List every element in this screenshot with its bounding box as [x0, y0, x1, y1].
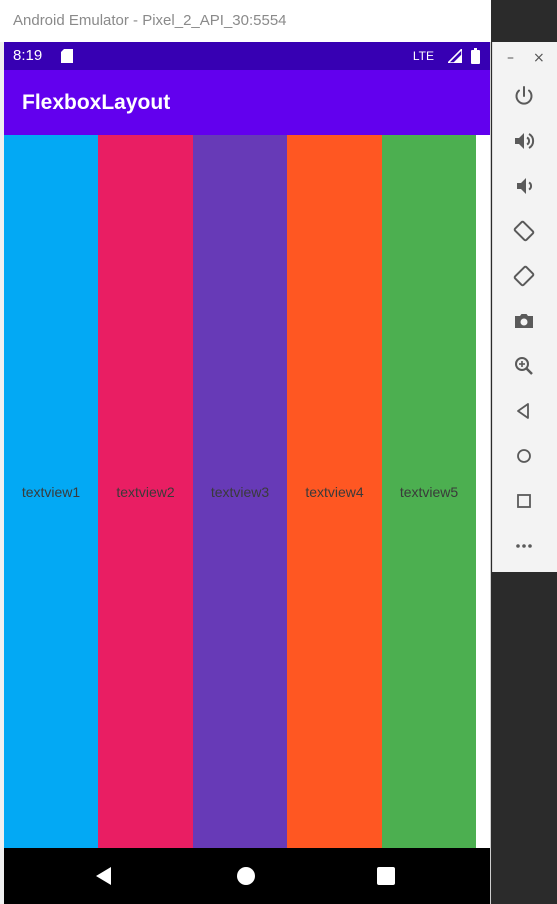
textview-4-label: textview4 [305, 483, 364, 500]
more-icon[interactable] [512, 534, 536, 558]
volume-down-icon[interactable] [512, 174, 536, 198]
minimize-button[interactable]: – [507, 50, 514, 66]
back-icon[interactable] [512, 399, 536, 423]
emulator-toolbar: – × [492, 42, 557, 572]
nav-back-icon[interactable] [93, 865, 115, 887]
textview-1: textview1 [4, 135, 98, 848]
nav-home-icon[interactable] [235, 865, 257, 887]
app-bar: FlexboxLayout [4, 70, 490, 135]
zoom-icon[interactable] [512, 354, 536, 378]
phone-screen: 8:19 LTE FlexboxLayout textview1 textvie… [4, 42, 490, 904]
textview-3: textview3 [193, 135, 287, 848]
camera-icon[interactable] [512, 309, 536, 333]
emulator-window: Android Emulator - Pixel_2_API_30:5554 8… [0, 0, 491, 904]
textview-4: textview4 [287, 135, 382, 848]
close-button[interactable]: × [533, 50, 545, 66]
flexbox-container: textview1 textview2 textview3 textview4 … [4, 135, 490, 848]
status-bar: 8:19 LTE [4, 42, 490, 70]
home-icon[interactable] [512, 444, 536, 468]
rotate-right-icon[interactable] [512, 264, 536, 288]
signal-icon [448, 49, 462, 63]
overview-icon[interactable] [512, 489, 536, 513]
nav-overview-icon[interactable] [375, 865, 397, 887]
volume-up-icon[interactable] [512, 129, 536, 153]
textview-5-label: textview5 [399, 483, 459, 500]
app-title: FlexboxLayout [22, 91, 171, 114]
rotate-left-icon[interactable] [512, 219, 536, 243]
sd-card-icon [61, 49, 73, 63]
textview-1-label: textview1 [21, 483, 81, 500]
textview-2-label: textview2 [116, 483, 175, 500]
power-icon[interactable] [512, 84, 536, 108]
battery-icon [471, 48, 480, 64]
status-time: 8:19 [13, 47, 43, 64]
textview-2: textview2 [98, 135, 193, 848]
textview-3-label: textview3 [210, 483, 270, 500]
network-type: LTE [412, 49, 434, 63]
window-title: Android Emulator - Pixel_2_API_30:5554 [0, 0, 491, 42]
textview-5: textview5 [382, 135, 476, 848]
navigation-bar [4, 848, 490, 904]
